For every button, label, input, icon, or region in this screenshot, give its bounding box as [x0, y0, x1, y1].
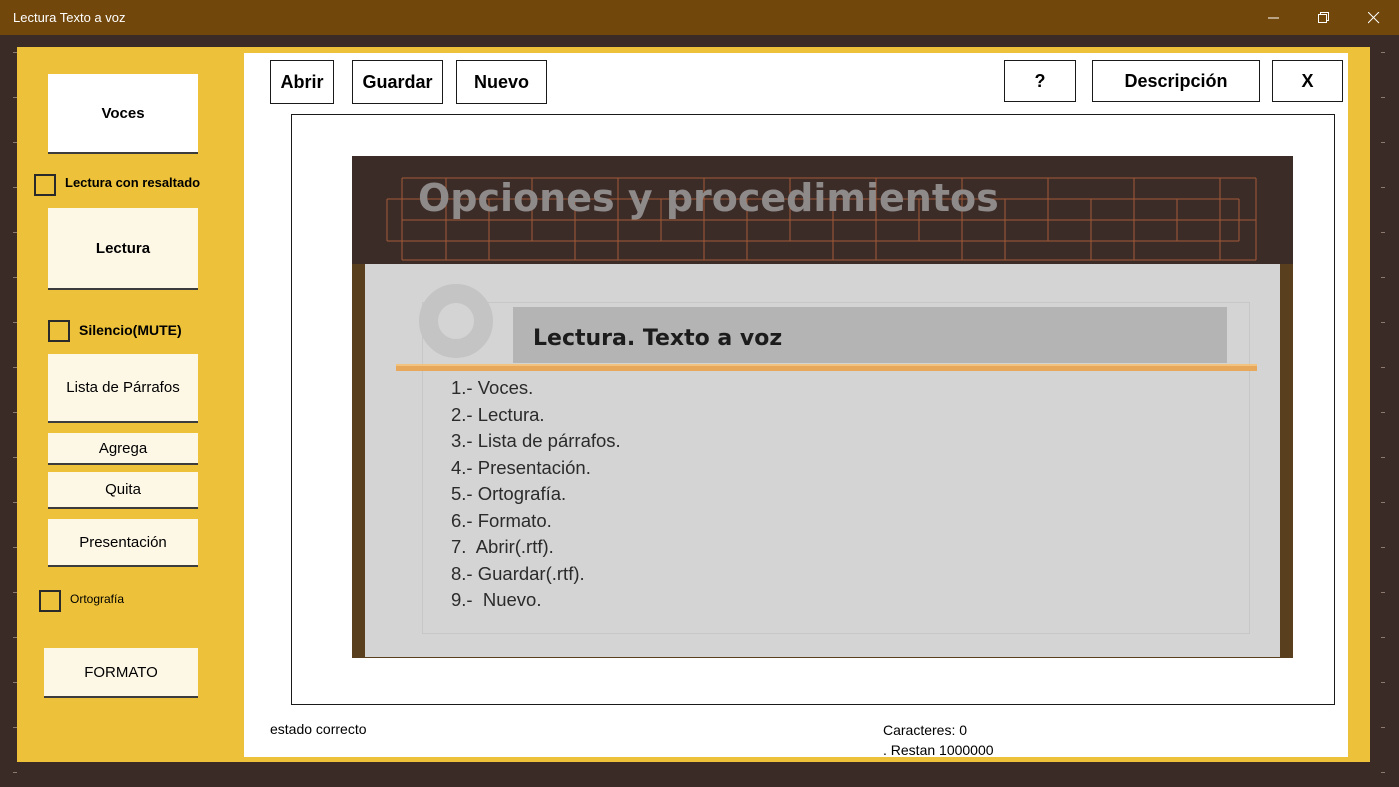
- minimize-icon: [1268, 17, 1279, 18]
- minimize-button[interactable]: [1249, 0, 1299, 35]
- formato-button[interactable]: FORMATO: [44, 648, 198, 698]
- title-bar: Lectura Texto a voz: [0, 0, 1399, 35]
- presentacion-button[interactable]: Presentación: [48, 519, 198, 567]
- status-text: estado correcto: [270, 721, 367, 737]
- lectura-button[interactable]: Lectura: [48, 208, 198, 290]
- close-icon: [1368, 11, 1380, 23]
- voces-button[interactable]: Voces: [48, 74, 198, 154]
- right-border-dots: [1381, 35, 1385, 787]
- descripcion-button[interactable]: Descripción: [1092, 60, 1260, 102]
- slide-title: Opciones y procedimientos: [418, 176, 999, 220]
- list-item: 2.- Lectura.: [451, 403, 545, 425]
- silencio-label: Silencio(MUTE): [79, 322, 182, 338]
- nuevo-button[interactable]: Nuevo: [456, 60, 547, 104]
- agrega-button[interactable]: Agrega: [48, 433, 198, 465]
- abrir-button[interactable]: Abrir: [270, 60, 334, 104]
- close-window-button[interactable]: [1349, 0, 1399, 35]
- slide-list: 1.- Voces. 2.- Lectura. 3.- Lista de pár…: [451, 375, 621, 614]
- list-item: 1.- Voces.: [451, 377, 534, 398]
- list-item: 7. Abrir(.rtf).: [451, 536, 554, 557]
- lectura-resaltado-checkbox[interactable]: [34, 174, 56, 196]
- window-title: Lectura Texto a voz: [13, 10, 126, 25]
- lista-parrafos-button[interactable]: Lista de Párrafos: [48, 354, 198, 423]
- close-doc-button[interactable]: X: [1272, 60, 1343, 102]
- restore-button[interactable]: [1299, 0, 1349, 35]
- list-item: 6.- Formato.: [451, 509, 552, 531]
- ortografia-checkbox[interactable]: [39, 590, 61, 612]
- ortografia-label: Ortografía: [70, 592, 125, 606]
- restore-icon: [1318, 11, 1329, 23]
- guardar-button[interactable]: Guardar: [352, 60, 443, 104]
- remaining-count: . Restan 1000000: [883, 742, 994, 758]
- list-item: 9.- Nuevo.: [451, 589, 542, 610]
- list-item: 5.- Ortografía.: [451, 483, 567, 504]
- presentation-image: Opciones y procedimientos Lectura. Texto…: [352, 156, 1293, 658]
- list-item: 4.- Presentación.: [451, 456, 591, 478]
- character-count: Caracteres: 0: [883, 722, 968, 738]
- slide-divider: [396, 364, 1257, 371]
- slide-ring-decoration: [419, 284, 493, 358]
- lectura-resaltado-label: Lectura con resaltado: [65, 175, 201, 190]
- help-button[interactable]: ?: [1004, 60, 1076, 102]
- quita-button[interactable]: Quita: [48, 472, 198, 509]
- list-item: 8.- Guardar(.rtf).: [451, 562, 585, 584]
- silencio-checkbox[interactable]: [48, 320, 70, 342]
- list-item: 3.- Lista de párrafos.: [451, 430, 621, 451]
- slide-subtitle: Lectura. Texto a voz: [533, 326, 783, 351]
